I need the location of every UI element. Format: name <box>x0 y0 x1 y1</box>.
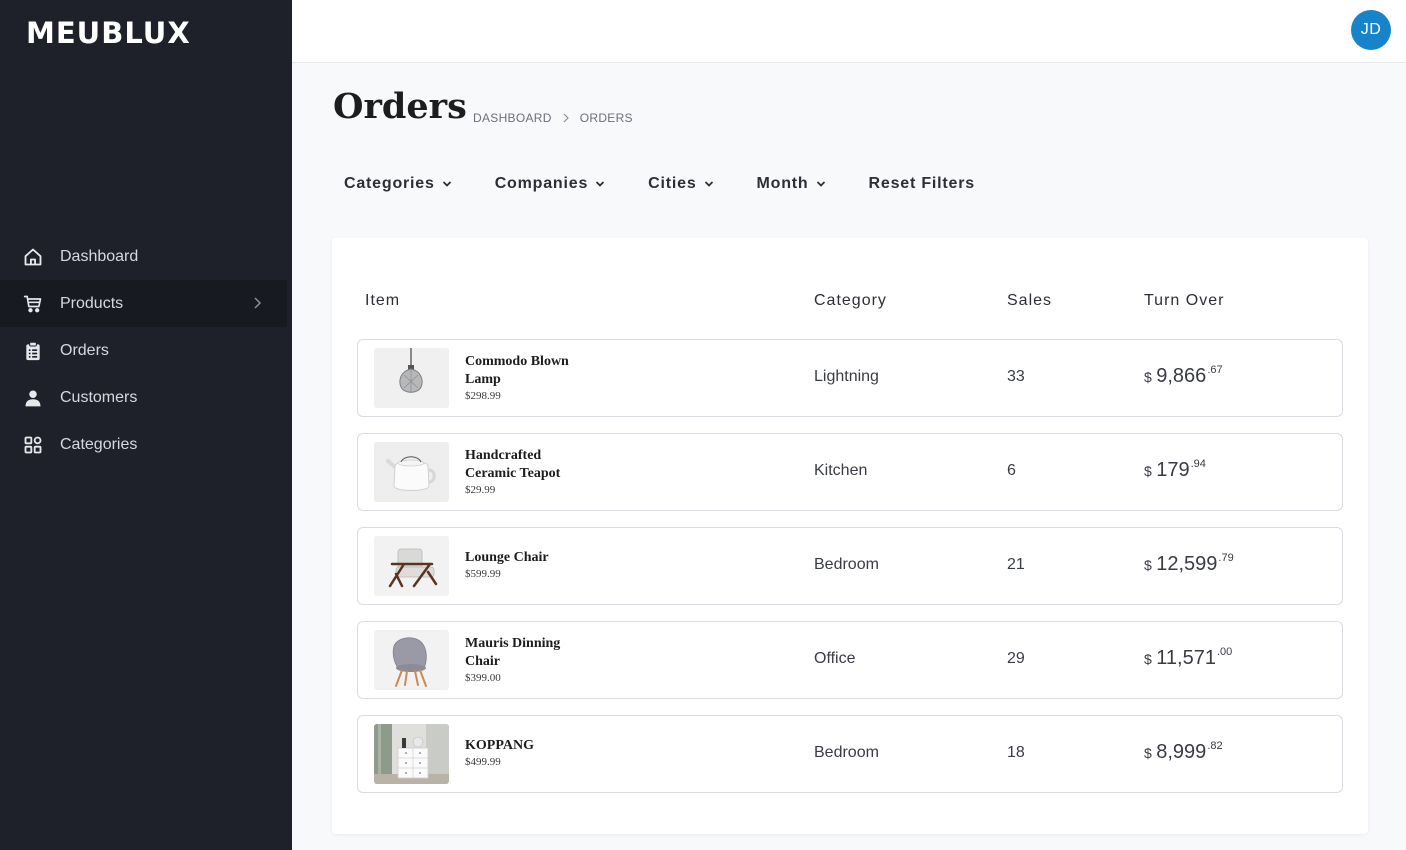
topbar: JD <box>292 0 1406 63</box>
sidebar-nav: Dashboard Products Orders Customers Cate… <box>0 233 292 468</box>
user-icon <box>22 387 44 409</box>
categories-filter-label: Categories <box>344 175 435 192</box>
cities-filter-label: Cities <box>648 175 697 192</box>
column-header-turnover: Turn Over <box>1144 292 1225 309</box>
cart-icon <box>22 293 44 315</box>
product-image-dresser <box>374 724 449 784</box>
category-cell: Lightning <box>814 368 879 385</box>
sales-cell: 33 <box>1007 368 1025 385</box>
product-price: $29.99 <box>465 484 496 496</box>
product-price: $599.99 <box>465 568 501 580</box>
sales-cell: 21 <box>1007 556 1025 573</box>
sales-cell: 18 <box>1007 744 1025 761</box>
turnover-cell: $ 9,866.67 <box>1144 364 1223 387</box>
home-icon <box>22 246 44 268</box>
product-info: Lounge Chair $599.99 <box>465 549 585 580</box>
table-row[interactable]: Handcrafted Ceramic Teapot $29.99 Kitchen… <box>357 433 1343 511</box>
sidebar-item-customers[interactable]: Customers <box>0 374 292 421</box>
breadcrumb-orders: ORDERS <box>579 111 633 125</box>
turnover-cell: $ 11,571.00 <box>1144 646 1233 669</box>
sales-cell: 29 <box>1007 650 1025 667</box>
product-image-lounge-chair <box>374 536 449 596</box>
sidebar-item-dashboard[interactable]: Dashboard <box>0 233 292 280</box>
companies-filter-label: Companies <box>494 175 589 192</box>
product-info: Mauris Dinning Chair $399.00 <box>465 635 585 684</box>
page-title: Orders <box>333 86 467 127</box>
column-header-item: Item <box>365 292 401 309</box>
column-header-category: Category <box>814 292 887 309</box>
product-name[interactable]: Mauris Dinning Chair <box>465 635 585 671</box>
filter-bar: Categories Companies Cities Month Reset … <box>344 175 975 193</box>
breadcrumb: DASHBOARD ORDERS <box>473 111 633 125</box>
table-row[interactable]: Mauris Dinning Chair $399.00 Office 29 $ … <box>357 621 1343 699</box>
month-filter-label: Month <box>756 175 809 192</box>
table-row[interactable]: Commodo Blown Lamp $298.99 Lightning 33 $… <box>357 339 1343 417</box>
sidebar: MEUBLUX Dashboard Products Orders Custom… <box>0 0 292 850</box>
product-name[interactable]: Handcrafted Ceramic Teapot <box>465 447 585 483</box>
product-image-pendant-lamp <box>374 348 449 408</box>
table-row[interactable]: KOPPANG $499.99 Bedroom 18 $ 8,999.82 <box>357 715 1343 793</box>
sidebar-item-label: Customers <box>60 388 138 406</box>
sidebar-item-label: Orders <box>60 341 109 359</box>
sidebar-item-label: Categories <box>60 435 138 453</box>
category-cell: Bedroom <box>814 744 879 761</box>
product-image-dining-chair <box>374 630 449 690</box>
clipboard-icon <box>22 340 44 362</box>
product-price: $499.99 <box>465 756 501 768</box>
sidebar-item-categories[interactable]: Categories <box>0 421 292 468</box>
product-price: $298.99 <box>465 390 501 402</box>
breadcrumb-dashboard[interactable]: DASHBOARD <box>473 111 552 125</box>
chevron-down-icon <box>816 180 826 188</box>
grid-icon <box>22 434 44 456</box>
product-image-teapot <box>374 442 449 502</box>
product-info: KOPPANG $499.99 <box>465 737 585 768</box>
product-price: $399.00 <box>465 672 501 684</box>
sales-cell: 6 <box>1007 462 1016 479</box>
sidebar-item-orders[interactable]: Orders <box>0 327 292 374</box>
chevron-down-icon <box>442 180 452 188</box>
chevron-down-icon <box>595 180 605 188</box>
chevron-right-icon <box>562 113 570 123</box>
column-header-sales: Sales <box>1007 292 1053 309</box>
product-name[interactable]: KOPPANG <box>465 737 585 755</box>
chevron-down-icon <box>704 180 714 188</box>
sidebar-item-label: Products <box>60 294 124 312</box>
category-cell: Kitchen <box>814 462 868 479</box>
sidebar-item-label: Dashboard <box>60 247 139 265</box>
category-cell: Bedroom <box>814 556 879 573</box>
product-name[interactable]: Lounge Chair <box>465 549 585 567</box>
brand-logo[interactable]: MEUBLUX <box>26 16 191 50</box>
chevron-right-icon <box>249 295 265 311</box>
table-row[interactable]: Lounge Chair $599.99 Bedroom 21 $ 12,599… <box>357 527 1343 605</box>
turnover-cell: $ 12,599.79 <box>1144 552 1234 575</box>
avatar[interactable]: JD <box>1351 10 1391 50</box>
product-name[interactable]: Commodo Blown Lamp <box>465 353 585 389</box>
product-info: Commodo Blown Lamp $298.99 <box>465 353 585 402</box>
turnover-cell: $ 179.94 <box>1144 458 1206 481</box>
orders-table-card: Item Category Sales Turn Over Commodo Bl… <box>332 238 1368 834</box>
reset-filters-button[interactable]: Reset Filters <box>869 175 975 193</box>
month-filter[interactable]: Month <box>757 175 826 193</box>
companies-filter[interactable]: Companies <box>495 175 605 193</box>
cities-filter[interactable]: Cities <box>648 175 713 193</box>
categories-filter[interactable]: Categories <box>344 175 452 193</box>
turnover-cell: $ 8,999.82 <box>1144 740 1223 763</box>
sidebar-item-products[interactable]: Products <box>0 280 287 327</box>
category-cell: Office <box>814 650 856 667</box>
product-info: Handcrafted Ceramic Teapot $29.99 <box>465 447 585 496</box>
